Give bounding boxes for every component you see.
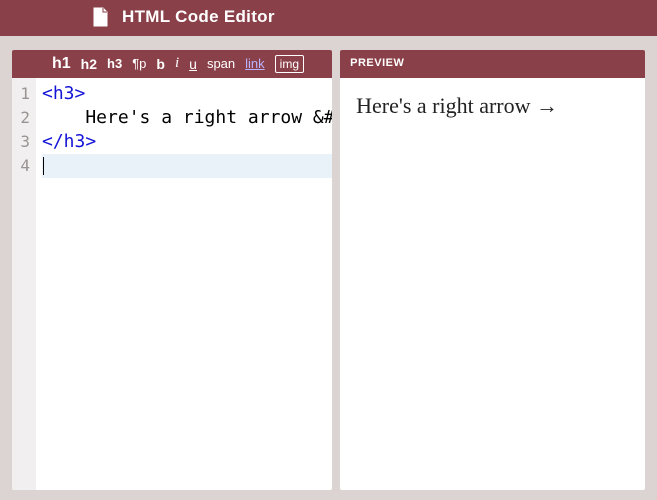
line-number: 2: [16, 106, 30, 130]
line-number: 4: [16, 154, 30, 178]
app-title: HTML Code Editor: [122, 7, 275, 27]
toolbar-h1-button[interactable]: h1: [52, 55, 71, 73]
line-number: 3: [16, 130, 30, 154]
document-icon: [90, 7, 110, 27]
editor-pane: h1 h2 h3 ¶p b i u span link img 1234 <h3…: [12, 50, 332, 490]
format-toolbar: h1 h2 h3 ¶p b i u span link img: [12, 50, 332, 78]
code-area[interactable]: <h3> Here's a right arrow &#x2192;</h3>: [36, 78, 332, 490]
workspace: h1 h2 h3 ¶p b i u span link img 1234 <h3…: [0, 36, 657, 500]
toolbar-img-button[interactable]: img: [275, 55, 304, 73]
app-window: HTML Code Editor h1 h2 h3 ¶p b i u span …: [0, 0, 657, 500]
toolbar-bold-button[interactable]: b: [156, 56, 165, 72]
toolbar-paragraph-button[interactable]: ¶p: [132, 56, 146, 71]
titlebar: HTML Code Editor: [0, 0, 657, 36]
code-line[interactable]: <h3>: [42, 82, 332, 106]
toolbar-underline-button[interactable]: u: [189, 56, 197, 72]
preview-header: PREVIEW: [340, 50, 645, 78]
code-line[interactable]: </h3>: [42, 130, 332, 154]
line-number-gutter: 1234: [12, 78, 36, 490]
text-cursor: [43, 157, 44, 175]
line-number: 1: [16, 82, 30, 106]
toolbar-italic-button[interactable]: i: [175, 55, 179, 72]
preview-pane: PREVIEW Here's a right arrow →: [340, 50, 645, 490]
code-line[interactable]: [42, 154, 332, 178]
toolbar-link-button[interactable]: link: [245, 56, 265, 71]
preview-body: Here's a right arrow →: [340, 78, 645, 490]
code-editor[interactable]: 1234 <h3> Here's a right arrow &#x2192;<…: [12, 78, 332, 490]
toolbar-span-button[interactable]: span: [207, 56, 235, 71]
code-line[interactable]: Here's a right arrow &#x2192;: [42, 106, 332, 130]
toolbar-h3-button[interactable]: h3: [107, 56, 122, 71]
preview-rendered-heading: Here's a right arrow →: [356, 92, 629, 121]
toolbar-h2-button[interactable]: h2: [81, 56, 97, 72]
